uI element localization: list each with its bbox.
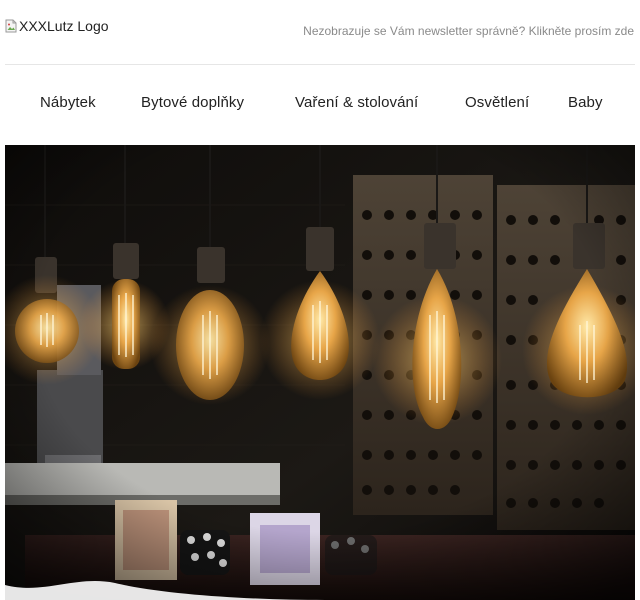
broken-image-icon (5, 19, 17, 33)
nav-item-furniture[interactable]: Nábytek (40, 94, 96, 111)
nav-item-baby[interactable]: Baby (568, 94, 603, 111)
header-divider (5, 64, 635, 65)
hero-banner-image[interactable] (5, 145, 635, 600)
logo-alt-text: XXXLutz Logo (19, 18, 109, 34)
nav-item-cooking-dining[interactable]: Vaření & stolování (295, 94, 418, 111)
logo[interactable]: XXXLutz Logo (5, 17, 109, 35)
nav-item-lighting[interactable]: Osvětlení (465, 94, 529, 111)
category-nav: Nábytek Bytové doplňky Vaření & stolován… (0, 88, 640, 120)
nav-item-home-accessories[interactable]: Bytové doplňky (141, 94, 244, 111)
view-in-browser-link[interactable]: Nezobrazuje se Vám newsletter správně? K… (303, 24, 634, 38)
newsletter-header: XXXLutz Logo Nezobrazuje se Vám newslett… (0, 0, 640, 64)
